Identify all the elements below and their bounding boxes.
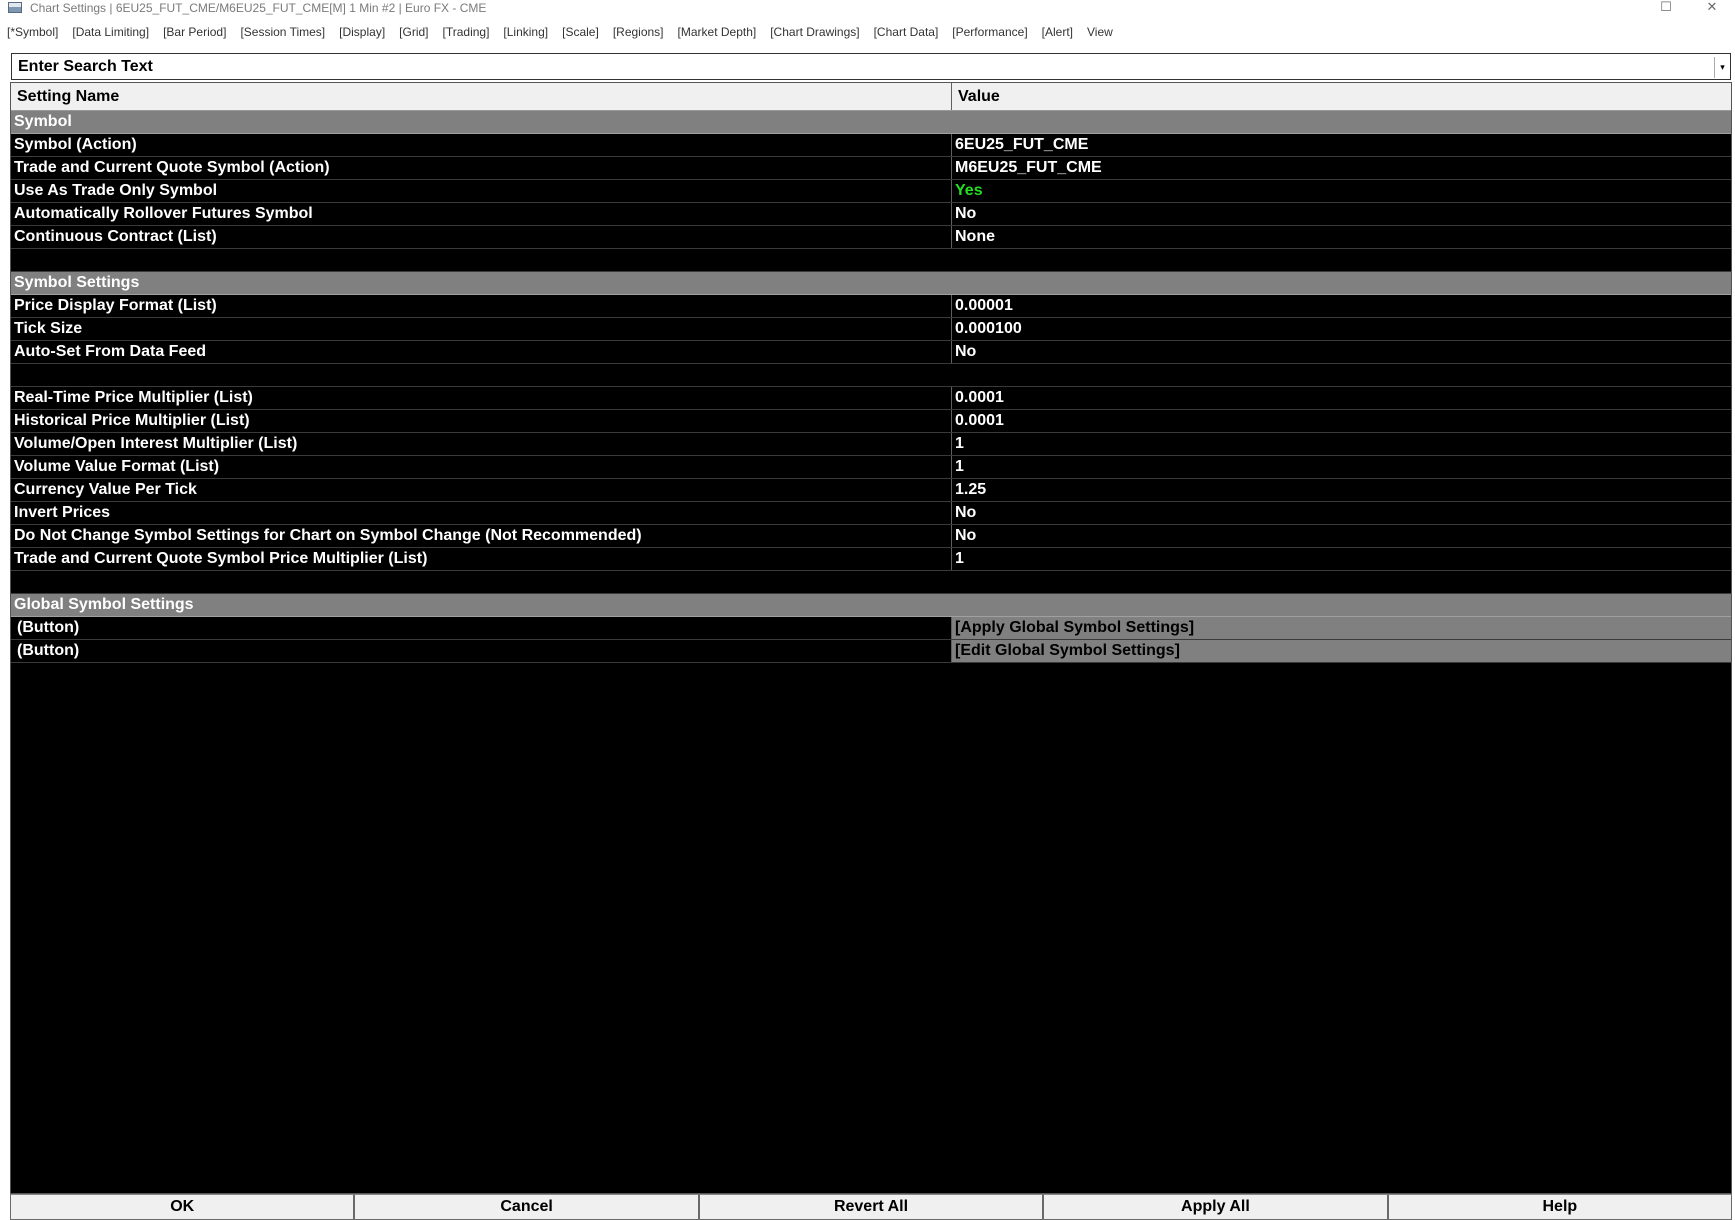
setting-name: Real-Time Price Multiplier (List) [11,387,952,409]
window-title: Chart Settings | 6EU25_FUT_CME/M6EU25_FU… [30,0,487,15]
title-bar: Chart Settings | 6EU25_FUT_CME/M6EU25_FU… [0,0,1735,15]
setting-value[interactable]: 1 [952,456,1731,478]
setting-name: Trade and Current Quote Symbol (Action) [11,157,952,179]
search-input[interactable] [12,54,1712,79]
cancel-button[interactable]: Cancel [354,1194,699,1220]
setting-row-invert-prices[interactable]: Invert Prices No [11,502,1731,525]
setting-row-volume-oi-multiplier[interactable]: Volume/Open Interest Multiplier (List) 1 [11,433,1731,456]
header-value[interactable]: Value [952,83,1731,110]
setting-name: (Button) [11,617,952,639]
setting-name: Trade and Current Quote Symbol Price Mul… [11,548,952,570]
setting-row-tick-size[interactable]: Tick Size 0.000100 [11,318,1731,341]
setting-value[interactable]: 1.25 [952,479,1731,501]
setting-value[interactable]: 0.00001 [952,295,1731,317]
setting-row-auto-rollover[interactable]: Automatically Rollover Futures Symbol No [11,203,1731,226]
setting-row-historical-multiplier[interactable]: Historical Price Multiplier (List) 0.000… [11,410,1731,433]
section-title: Symbol Settings [14,274,140,291]
setting-value[interactable]: 6EU25_FUT_CME [952,134,1731,156]
setting-row-realtime-multiplier[interactable]: Real-Time Price Multiplier (List) 0.0001 [11,387,1731,410]
help-button[interactable]: Help [1387,1194,1733,1220]
setting-row-auto-set[interactable]: Auto-Set From Data Feed No [11,341,1731,364]
tab-regions[interactable]: [Regions] [613,25,664,39]
setting-value[interactable]: M6EU25_FUT_CME [952,157,1731,179]
setting-row-continuous-contract[interactable]: Continuous Contract (List) None [11,226,1731,249]
setting-row-currency-per-tick[interactable]: Currency Value Per Tick 1.25 [11,479,1731,502]
tab-data-limiting[interactable]: [Data Limiting] [72,25,149,39]
setting-row-symbol[interactable]: Symbol (Action) 6EU25_FUT_CME [11,134,1731,157]
tab-bar-period[interactable]: [Bar Period] [163,25,226,39]
search-box: ▾ [11,53,1731,80]
setting-name: Tick Size [11,318,952,340]
blank-row [11,364,1731,387]
window-controls: ☐ ✕ [1643,0,1735,15]
setting-name: Do Not Change Symbol Settings for Chart … [11,525,952,547]
setting-name: Currency Value Per Tick [11,479,952,501]
setting-value[interactable]: 1 [952,548,1731,570]
setting-name: Symbol (Action) [11,134,952,156]
chevron-down-icon[interactable]: ▾ [1714,57,1730,78]
setting-row-trade-quote-symbol[interactable]: Trade and Current Quote Symbol (Action) … [11,157,1731,180]
setting-value-yes[interactable]: Yes [952,180,1731,202]
tab-market-depth[interactable]: [Market Depth] [678,25,757,39]
tab-session-times[interactable]: [Session Times] [240,25,325,39]
setting-value[interactable]: No [952,502,1731,524]
setting-value[interactable]: 0.0001 [952,387,1731,409]
tab-chart-data[interactable]: [Chart Data] [874,25,939,39]
setting-row-apply-global[interactable]: (Button) [Apply Global Symbol Settings] [11,617,1731,640]
app-window-icon [8,2,22,13]
blank-row [11,571,1731,594]
section-header-symbol: Symbol [11,111,1731,134]
apply-global-symbol-settings-button[interactable]: [Apply Global Symbol Settings] [952,617,1731,639]
section-title: Global Symbol Settings [14,596,194,613]
setting-name: Volume Value Format (List) [11,456,952,478]
tab-performance[interactable]: [Performance] [952,25,1027,39]
setting-name: Use As Trade Only Symbol [11,180,952,202]
section-header-symbol-settings: Symbol Settings [11,272,1731,295]
setting-row-volume-value-format[interactable]: Volume Value Format (List) 1 [11,456,1731,479]
setting-name: Historical Price Multiplier (List) [11,410,952,432]
setting-value[interactable]: No [952,203,1731,225]
tab-grid[interactable]: [Grid] [399,25,428,39]
setting-row-trade-only[interactable]: Use As Trade Only Symbol Yes [11,180,1731,203]
settings-tabs: [*Symbol] [Data Limiting] [Bar Period] [… [0,22,1735,42]
header-setting-name[interactable]: Setting Name [11,83,952,110]
setting-value[interactable]: 0.0001 [952,410,1731,432]
setting-row-do-not-change[interactable]: Do Not Change Symbol Settings for Chart … [11,525,1731,548]
setting-row-price-display-format[interactable]: Price Display Format (List) 0.00001 [11,295,1731,318]
apply-all-button[interactable]: Apply All [1043,1194,1388,1220]
setting-name: Price Display Format (List) [11,295,952,317]
setting-row-edit-global[interactable]: (Button) [Edit Global Symbol Settings] [11,640,1731,663]
grid-header: Setting Name Value [11,83,1731,111]
setting-name: Automatically Rollover Futures Symbol [11,203,952,225]
section-header-global-symbol-settings: Global Symbol Settings [11,594,1731,617]
dialog-footer: OK Cancel Revert All Apply All Help [10,1194,1733,1220]
edit-global-symbol-settings-button[interactable]: [Edit Global Symbol Settings] [952,640,1731,662]
tab-scale[interactable]: [Scale] [562,25,599,39]
setting-name: Continuous Contract (List) [11,226,952,248]
tab-linking[interactable]: [Linking] [503,25,548,39]
tab-trading[interactable]: [Trading] [443,25,490,39]
setting-value[interactable]: No [952,341,1731,363]
setting-value[interactable]: No [952,525,1731,547]
tab-alert[interactable]: [Alert] [1042,25,1073,39]
revert-all-button[interactable]: Revert All [698,1194,1044,1220]
setting-name: Invert Prices [11,502,952,524]
maximize-icon[interactable]: ☐ [1643,0,1689,15]
setting-value[interactable]: None [952,226,1731,248]
section-title: Symbol [14,113,72,130]
setting-name: (Button) [11,640,952,662]
setting-row-trade-quote-price-multiplier[interactable]: Trade and Current Quote Symbol Price Mul… [11,548,1731,571]
tab-display[interactable]: [Display] [339,25,385,39]
settings-grid: Setting Name Value Symbol Symbol (Action… [10,82,1732,1194]
setting-value[interactable]: 0.000100 [952,318,1731,340]
blank-row [11,249,1731,272]
ok-button[interactable]: OK [10,1194,355,1220]
setting-name: Volume/Open Interest Multiplier (List) [11,433,952,455]
tab-symbol[interactable]: [*Symbol] [7,25,58,39]
close-icon[interactable]: ✕ [1689,0,1735,15]
tab-view[interactable]: View [1087,25,1113,39]
setting-value[interactable]: 1 [952,433,1731,455]
setting-name: Auto-Set From Data Feed [11,341,952,363]
tab-chart-drawings[interactable]: [Chart Drawings] [770,25,859,39]
